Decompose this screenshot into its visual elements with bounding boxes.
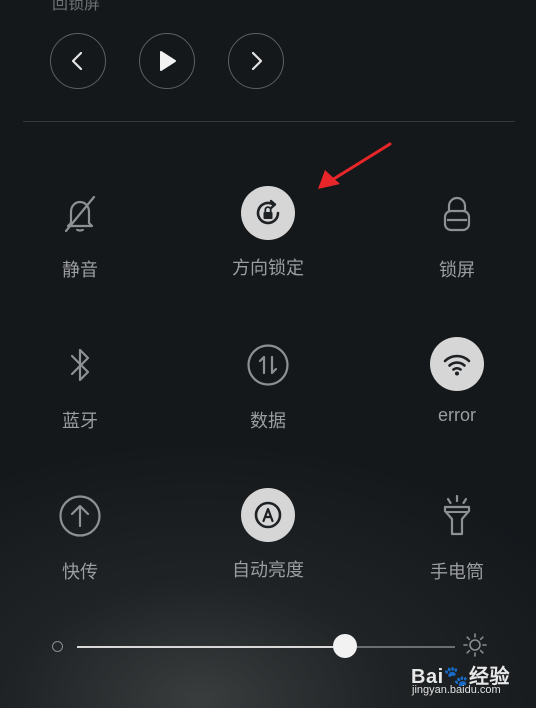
brightness-high-icon <box>463 633 487 657</box>
tile-label: 自动亮度 <box>232 560 304 580</box>
watermark-url: jingyan.baidu.com <box>412 684 501 696</box>
lockscreen-shortcut-label: 回锁屏 <box>52 0 101 13</box>
tile-mute[interactable]: 静音 <box>20 186 140 282</box>
lock-icon <box>443 196 471 232</box>
tile-label: 蓝牙 <box>62 411 98 431</box>
tile-label: error <box>437 405 476 425</box>
auto-brightness-icon <box>254 501 282 529</box>
tile-bluetooth[interactable]: 蓝牙 <box>20 337 140 433</box>
wifi-icon <box>443 354 471 376</box>
tile-quick-transfer[interactable]: 快传 <box>20 488 140 584</box>
mobile-data-icon <box>247 344 289 386</box>
tile-label: 快传 <box>62 562 98 582</box>
tile-mobile-data[interactable]: 数据 <box>208 337 328 433</box>
next-button[interactable] <box>228 33 284 89</box>
tile-label: 手电筒 <box>430 562 484 582</box>
brightness-slider-track[interactable] <box>77 646 455 648</box>
tile-lock-screen[interactable]: 锁屏 <box>397 186 517 282</box>
divider <box>23 121 515 122</box>
tile-flashlight[interactable]: 手电筒 <box>397 488 517 584</box>
chevron-left-icon <box>71 51 83 71</box>
bell-off-icon <box>64 195 96 233</box>
brightness-slider-fill <box>77 646 346 648</box>
flashlight-icon <box>443 494 471 536</box>
upload-circle-icon <box>59 495 101 537</box>
tile-rotation-lock[interactable]: 方向锁定 <box>208 186 328 280</box>
tile-label: 静音 <box>62 260 98 280</box>
play-button[interactable] <box>139 33 195 89</box>
tile-label: 数据 <box>250 411 286 431</box>
tile-label: 锁屏 <box>439 260 475 280</box>
tile-label: 方向锁定 <box>232 258 304 278</box>
bluetooth-icon <box>70 348 90 382</box>
previous-button[interactable] <box>50 33 106 89</box>
play-icon <box>160 51 176 71</box>
chevron-right-icon <box>251 51 263 71</box>
annotation-arrow <box>318 142 392 189</box>
tile-wifi[interactable]: error <box>397 337 517 426</box>
brightness-low-icon <box>52 641 63 652</box>
tile-auto-brightness[interactable]: 自动亮度 <box>208 488 328 582</box>
brightness-slider-thumb[interactable] <box>333 634 358 658</box>
rotation-lock-icon <box>256 199 280 225</box>
